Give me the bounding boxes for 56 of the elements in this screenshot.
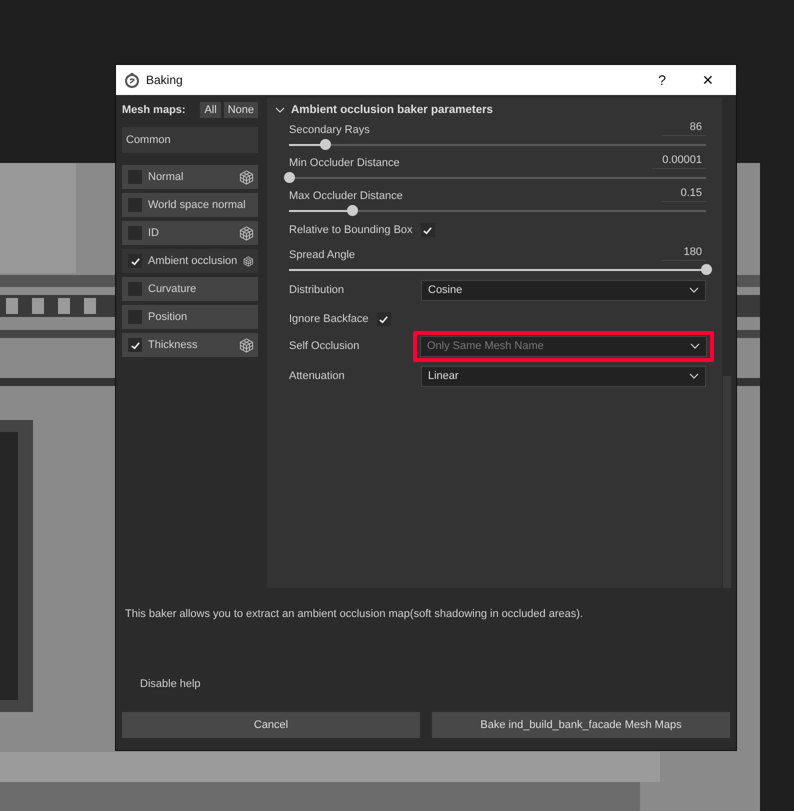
value-field[interactable]: 86 <box>662 121 706 136</box>
mesh-map-item[interactable]: Position <box>122 305 258 329</box>
value-field[interactable]: 0.15 <box>662 187 706 202</box>
mesh-map-item[interactable]: Curvature <box>122 277 258 301</box>
checkbox[interactable] <box>420 223 435 237</box>
help-button[interactable]: ? <box>642 72 682 88</box>
slider-thumb[interactable] <box>320 139 331 150</box>
checkbox[interactable] <box>128 226 142 240</box>
mesh-map-item[interactable]: World space normal <box>122 193 258 217</box>
checkbox[interactable] <box>128 170 142 184</box>
mesh-map-item[interactable]: Thickness <box>122 333 258 357</box>
param-label: Self Occlusion <box>289 340 360 352</box>
cube-icon <box>239 226 254 240</box>
dialog-button[interactable]: Cancel <box>122 712 420 738</box>
mesh-maps-label: Mesh maps: <box>122 104 187 116</box>
mesh-map-item[interactable]: Ambient occlusion <box>122 249 258 273</box>
cube-icon <box>239 338 254 352</box>
caret-icon <box>689 373 699 379</box>
dropdown[interactable]: Cosine <box>421 280 706 300</box>
checkbox[interactable] <box>128 198 142 212</box>
dropdown[interactable]: Linear <box>421 366 706 386</box>
checkbox[interactable] <box>128 282 142 296</box>
slider-thumb[interactable] <box>701 264 712 275</box>
slider-thumb[interactable] <box>284 172 295 183</box>
collapse-caret-icon <box>275 107 285 113</box>
disable-help-link[interactable]: Disable help <box>140 678 201 690</box>
cube-icon <box>243 254 254 268</box>
param-label: Distribution <box>289 284 346 296</box>
checkbox[interactable] <box>128 254 142 268</box>
caret-icon <box>689 287 699 293</box>
cube-icon <box>239 170 254 184</box>
checkbox[interactable] <box>128 310 142 324</box>
common-item[interactable]: Common <box>122 127 258 153</box>
mesh-map-item[interactable]: Normal <box>122 165 258 189</box>
value-field[interactable]: 0.00001 <box>652 154 706 169</box>
checkbox[interactable] <box>376 312 390 326</box>
section-title[interactable]: Ambient occlusion baker parameters <box>291 104 493 116</box>
param-label: Min Occluder Distance <box>289 157 400 169</box>
value-field[interactable]: 180 <box>662 246 706 261</box>
caret-icon <box>690 343 700 349</box>
param-label: Max Occluder Distance <box>289 190 403 202</box>
none-button[interactable]: None <box>224 102 258 118</box>
param-label: Spread Angle <box>289 249 356 261</box>
param-label: Ignore Backface <box>289 313 368 325</box>
mesh-map-item[interactable]: ID <box>122 221 258 245</box>
param-label: Relative to Bounding Box <box>289 224 413 236</box>
slider-thumb[interactable] <box>346 205 358 216</box>
dialog-button[interactable]: Bake ind_build_bank_facade Mesh Maps <box>432 712 730 738</box>
all-button[interactable]: All <box>200 102 221 118</box>
checkbox[interactable] <box>128 338 142 352</box>
close-button[interactable]: ✕ <box>688 72 728 88</box>
help-text: This baker allows you to extract an ambient occlusion map(soft shadowing in occluded areas). <box>124 607 584 622</box>
param-label: Attenuation <box>289 370 346 382</box>
param-label: Secondary Rays <box>289 124 370 136</box>
window-title: Baking <box>146 73 184 87</box>
app-logo-icon <box>124 72 140 88</box>
